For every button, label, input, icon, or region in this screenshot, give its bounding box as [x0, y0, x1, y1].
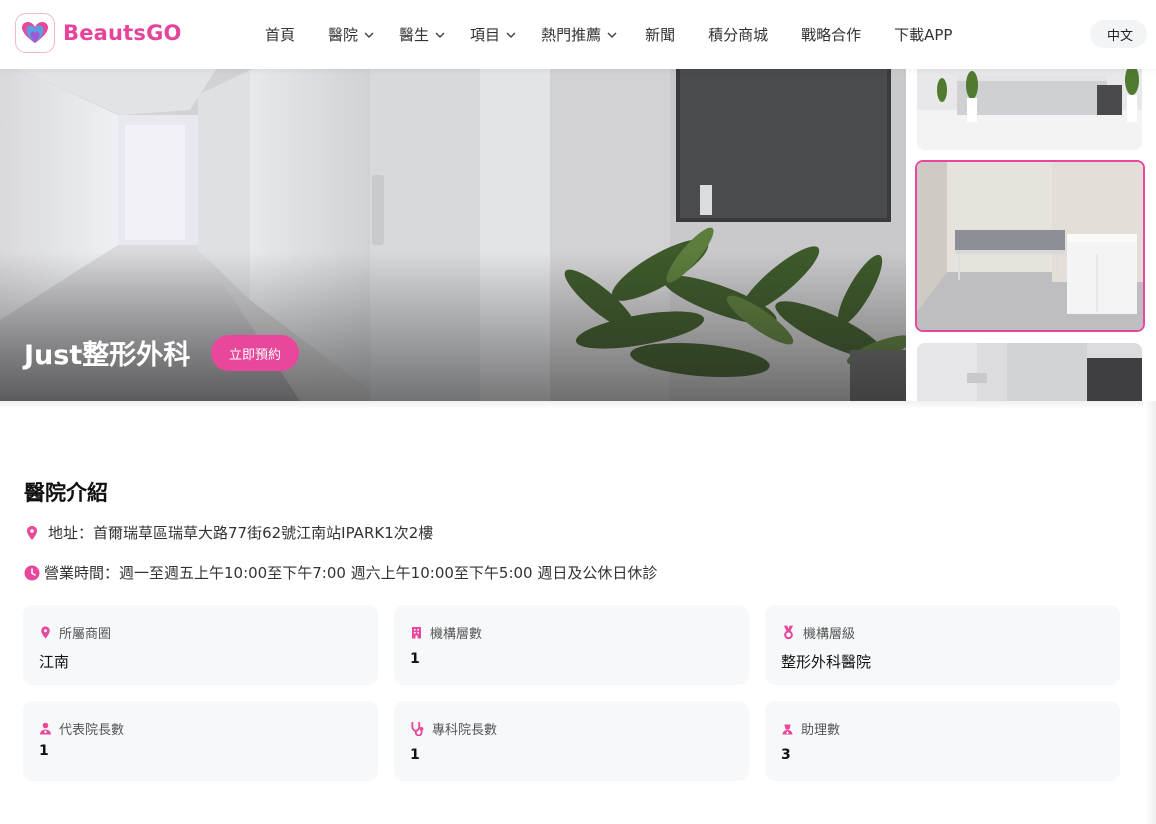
building-icon [412, 627, 421, 639]
nav-item-points-mall[interactable]: 積分商城 [708, 24, 768, 45]
gallery-thumbnail-corridor[interactable] [917, 343, 1142, 401]
stat-label: 代表院長數 [59, 723, 125, 738]
stat-label: 專科院長數 [432, 723, 498, 738]
nav-item-download-app[interactable]: 下載APP [894, 24, 952, 45]
stat-value: 整形外科醫院 [781, 653, 872, 671]
nav-item-label: 醫院 [328, 26, 359, 44]
nav-item-home[interactable]: 首頁 [265, 24, 295, 45]
stat-value: 1 [39, 743, 49, 759]
stat-card-district: 所屬商圈 江南 [23, 605, 378, 685]
chevron-down-icon [506, 31, 516, 38]
medal-icon [783, 625, 794, 640]
chevron-down-icon [607, 31, 617, 38]
gallery-thumbnail-recovery-room[interactable] [915, 160, 1145, 332]
nav-item-label: 醫生 [399, 26, 430, 44]
nav-item-label: 熱門推薦 [541, 26, 602, 44]
stat-card-level: 機構層級 整形外科醫院 [765, 605, 1120, 685]
stat-value: 1 [410, 747, 420, 763]
stat-label: 所屬商圈 [59, 627, 112, 642]
brand-logo[interactable]: BeautsGO [15, 13, 182, 53]
stat-value: 1 [410, 651, 420, 667]
nav-item-procedures[interactable]: 項目 [470, 24, 517, 45]
chevron-down-icon [364, 31, 374, 38]
nav-item-popular[interactable]: 熱門推薦 [541, 24, 618, 45]
stat-card-assistants: 助理數 3 [765, 701, 1120, 781]
chevron-down-icon [435, 31, 445, 38]
location-pin-icon [41, 626, 50, 639]
hours-row: 營業時間：週一至週五上午10:00至下午7:00 週六上午10:00至下午5:0… [24, 562, 657, 583]
hospital-name: Just整形外科 [24, 340, 191, 371]
clock-icon [24, 565, 40, 580]
stat-label: 機構層級 [803, 627, 856, 642]
top-navigation-bar: BeautsGO 首頁 醫院 醫生 項目 熱門推薦 新聞 積分商城 戰略合作 下… [0, 0, 1156, 69]
stat-label: 機構層數 [430, 627, 483, 642]
nav-item-news[interactable]: 新聞 [645, 24, 675, 45]
page: Just整形外科 立即預約 BeautsGO 首頁 醫院 醫生 項目 熱門推薦 … [0, 0, 1156, 824]
nav-item-label: 項目 [470, 26, 501, 44]
book-now-button[interactable]: 立即預約 [211, 335, 299, 371]
stat-card-specialist-directors: 專科院長數 1 [394, 701, 749, 781]
stat-label: 助理數 [801, 723, 841, 738]
stat-value: 3 [781, 747, 791, 763]
address-text: 地址：首爾瑞草區瑞草大路77街62號江南站IPARK1次2樓 [48, 524, 434, 542]
nav-item-label: 首頁 [265, 26, 296, 44]
section-title: 醫院介紹 [24, 481, 108, 505]
nav-item-label: 新聞 [645, 26, 676, 44]
nav-item-label: 積分商城 [708, 26, 769, 44]
address-row: 地址：首爾瑞草區瑞草大路77街62號江南站IPARK1次2樓 [24, 522, 433, 543]
stat-value: 江南 [39, 653, 70, 671]
stethoscope-icon [411, 722, 424, 736]
heart-logo-icon [15, 13, 55, 53]
doctor-icon [40, 722, 51, 735]
nav-item-doctors[interactable]: 醫生 [399, 24, 446, 45]
location-pin-icon [27, 525, 37, 540]
stat-card-floors: 機構層數 1 [394, 605, 749, 685]
brand-name: BeautsGO [63, 21, 182, 45]
stat-card-chief-directors: 代表院長數 1 [23, 701, 378, 781]
language-switcher[interactable]: 中文 [1090, 20, 1148, 48]
nav-item-hospitals[interactable]: 醫院 [328, 24, 375, 45]
hours-text: 營業時間：週一至週五上午10:00至下午7:00 週六上午10:00至下午5:0… [44, 564, 658, 582]
nurse-icon [782, 724, 793, 735]
nav-item-label: 下載APP [894, 26, 953, 44]
main-nav: 首頁 醫院 醫生 項目 熱門推薦 新聞 積分商城 戰略合作 下載APP [248, 0, 952, 69]
nav-item-partnership[interactable]: 戰略合作 [801, 24, 861, 45]
nav-item-label: 戰略合作 [801, 26, 862, 44]
